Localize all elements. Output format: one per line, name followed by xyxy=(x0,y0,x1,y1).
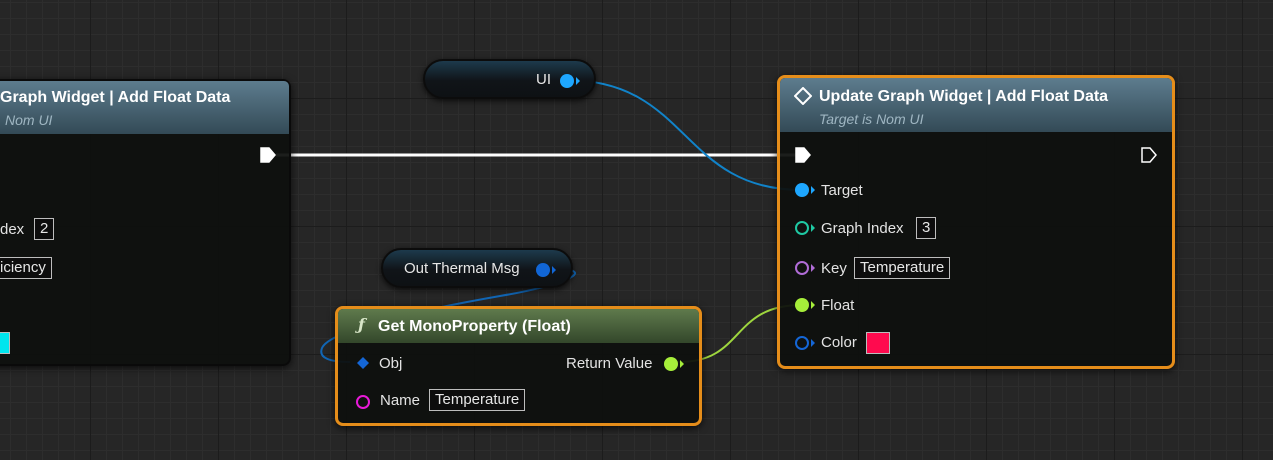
graph-index-pin-arrow xyxy=(811,224,815,232)
obj-label: Obj xyxy=(379,355,403,372)
target-pin-arrow xyxy=(811,186,815,194)
ui-variable-pin[interactable] xyxy=(560,74,574,88)
get-mono-property-node[interactable]: ƒ Get MonoProperty (Float) Obj Return Va… xyxy=(335,306,702,426)
color-swatch[interactable] xyxy=(866,332,890,354)
left-key-value[interactable]: iciency xyxy=(0,257,52,279)
color-pin[interactable] xyxy=(795,336,809,350)
color-label: Color xyxy=(821,334,857,351)
target-pin[interactable] xyxy=(795,183,809,197)
key-label: Key xyxy=(821,260,847,277)
thermal-msg-label: Out Thermal Msg xyxy=(404,260,520,277)
thermal-msg-pin[interactable] xyxy=(536,263,550,277)
return-value-pin-arrow xyxy=(680,360,684,368)
color-pin-arrow xyxy=(811,339,815,347)
float-pin-arrow xyxy=(811,301,815,309)
left-node-subtitle: Nom UI xyxy=(5,112,53,128)
obj-pin[interactable] xyxy=(356,356,370,370)
graph-index-label: Graph Index xyxy=(821,220,904,237)
ui-variable-node[interactable]: UI xyxy=(423,59,596,99)
return-value-label: Return Value xyxy=(566,355,653,372)
target-label: Target xyxy=(821,182,863,199)
ui-target-wire[interactable] xyxy=(565,79,803,191)
key-pin[interactable] xyxy=(795,261,809,275)
name-pin[interactable] xyxy=(356,395,370,409)
left-add-float-node[interactable]: Graph Widget | Add Float Data Nom UI dex… xyxy=(0,79,291,366)
left-graph-index-value[interactable]: 2 xyxy=(34,218,55,240)
key-pin-arrow xyxy=(811,264,815,272)
exec-out-pin[interactable] xyxy=(1141,147,1157,163)
function-icon: ƒ xyxy=(358,315,365,334)
ui-variable-pin-arrow xyxy=(576,77,580,85)
name-value-field[interactable]: Temperature xyxy=(429,389,526,411)
float-label: Float xyxy=(821,297,855,314)
graph-index-value[interactable]: 3 xyxy=(916,217,937,239)
left-graph-index-label: dex xyxy=(0,221,25,238)
left-color-swatch[interactable] xyxy=(0,332,10,354)
update-node-title: Update Graph Widget | Add Float Data xyxy=(819,88,1109,105)
return-value-pin[interactable] xyxy=(664,357,678,371)
thermal-msg-pin-arrow xyxy=(552,266,556,274)
left-exec-out-pin[interactable] xyxy=(260,147,276,163)
update-graph-widget-node[interactable]: Update Graph Widget | Add Float Data Tar… xyxy=(777,75,1175,369)
float-pin[interactable] xyxy=(795,298,809,312)
get-property-title: Get MonoProperty (Float) xyxy=(378,318,571,335)
exec-in-pin[interactable] xyxy=(795,147,811,163)
update-node-subtitle: Target is Nom UI xyxy=(819,111,924,127)
graph-index-pin[interactable] xyxy=(795,221,809,235)
key-value-field[interactable]: Temperature xyxy=(854,257,951,279)
ui-variable-label: UI xyxy=(536,71,551,88)
name-label: Name xyxy=(380,392,421,409)
interface-message-icon xyxy=(794,87,812,105)
thermal-msg-variable-node[interactable]: Out Thermal Msg xyxy=(381,248,573,288)
left-node-title: Graph Widget | Add Float Data xyxy=(0,89,231,106)
